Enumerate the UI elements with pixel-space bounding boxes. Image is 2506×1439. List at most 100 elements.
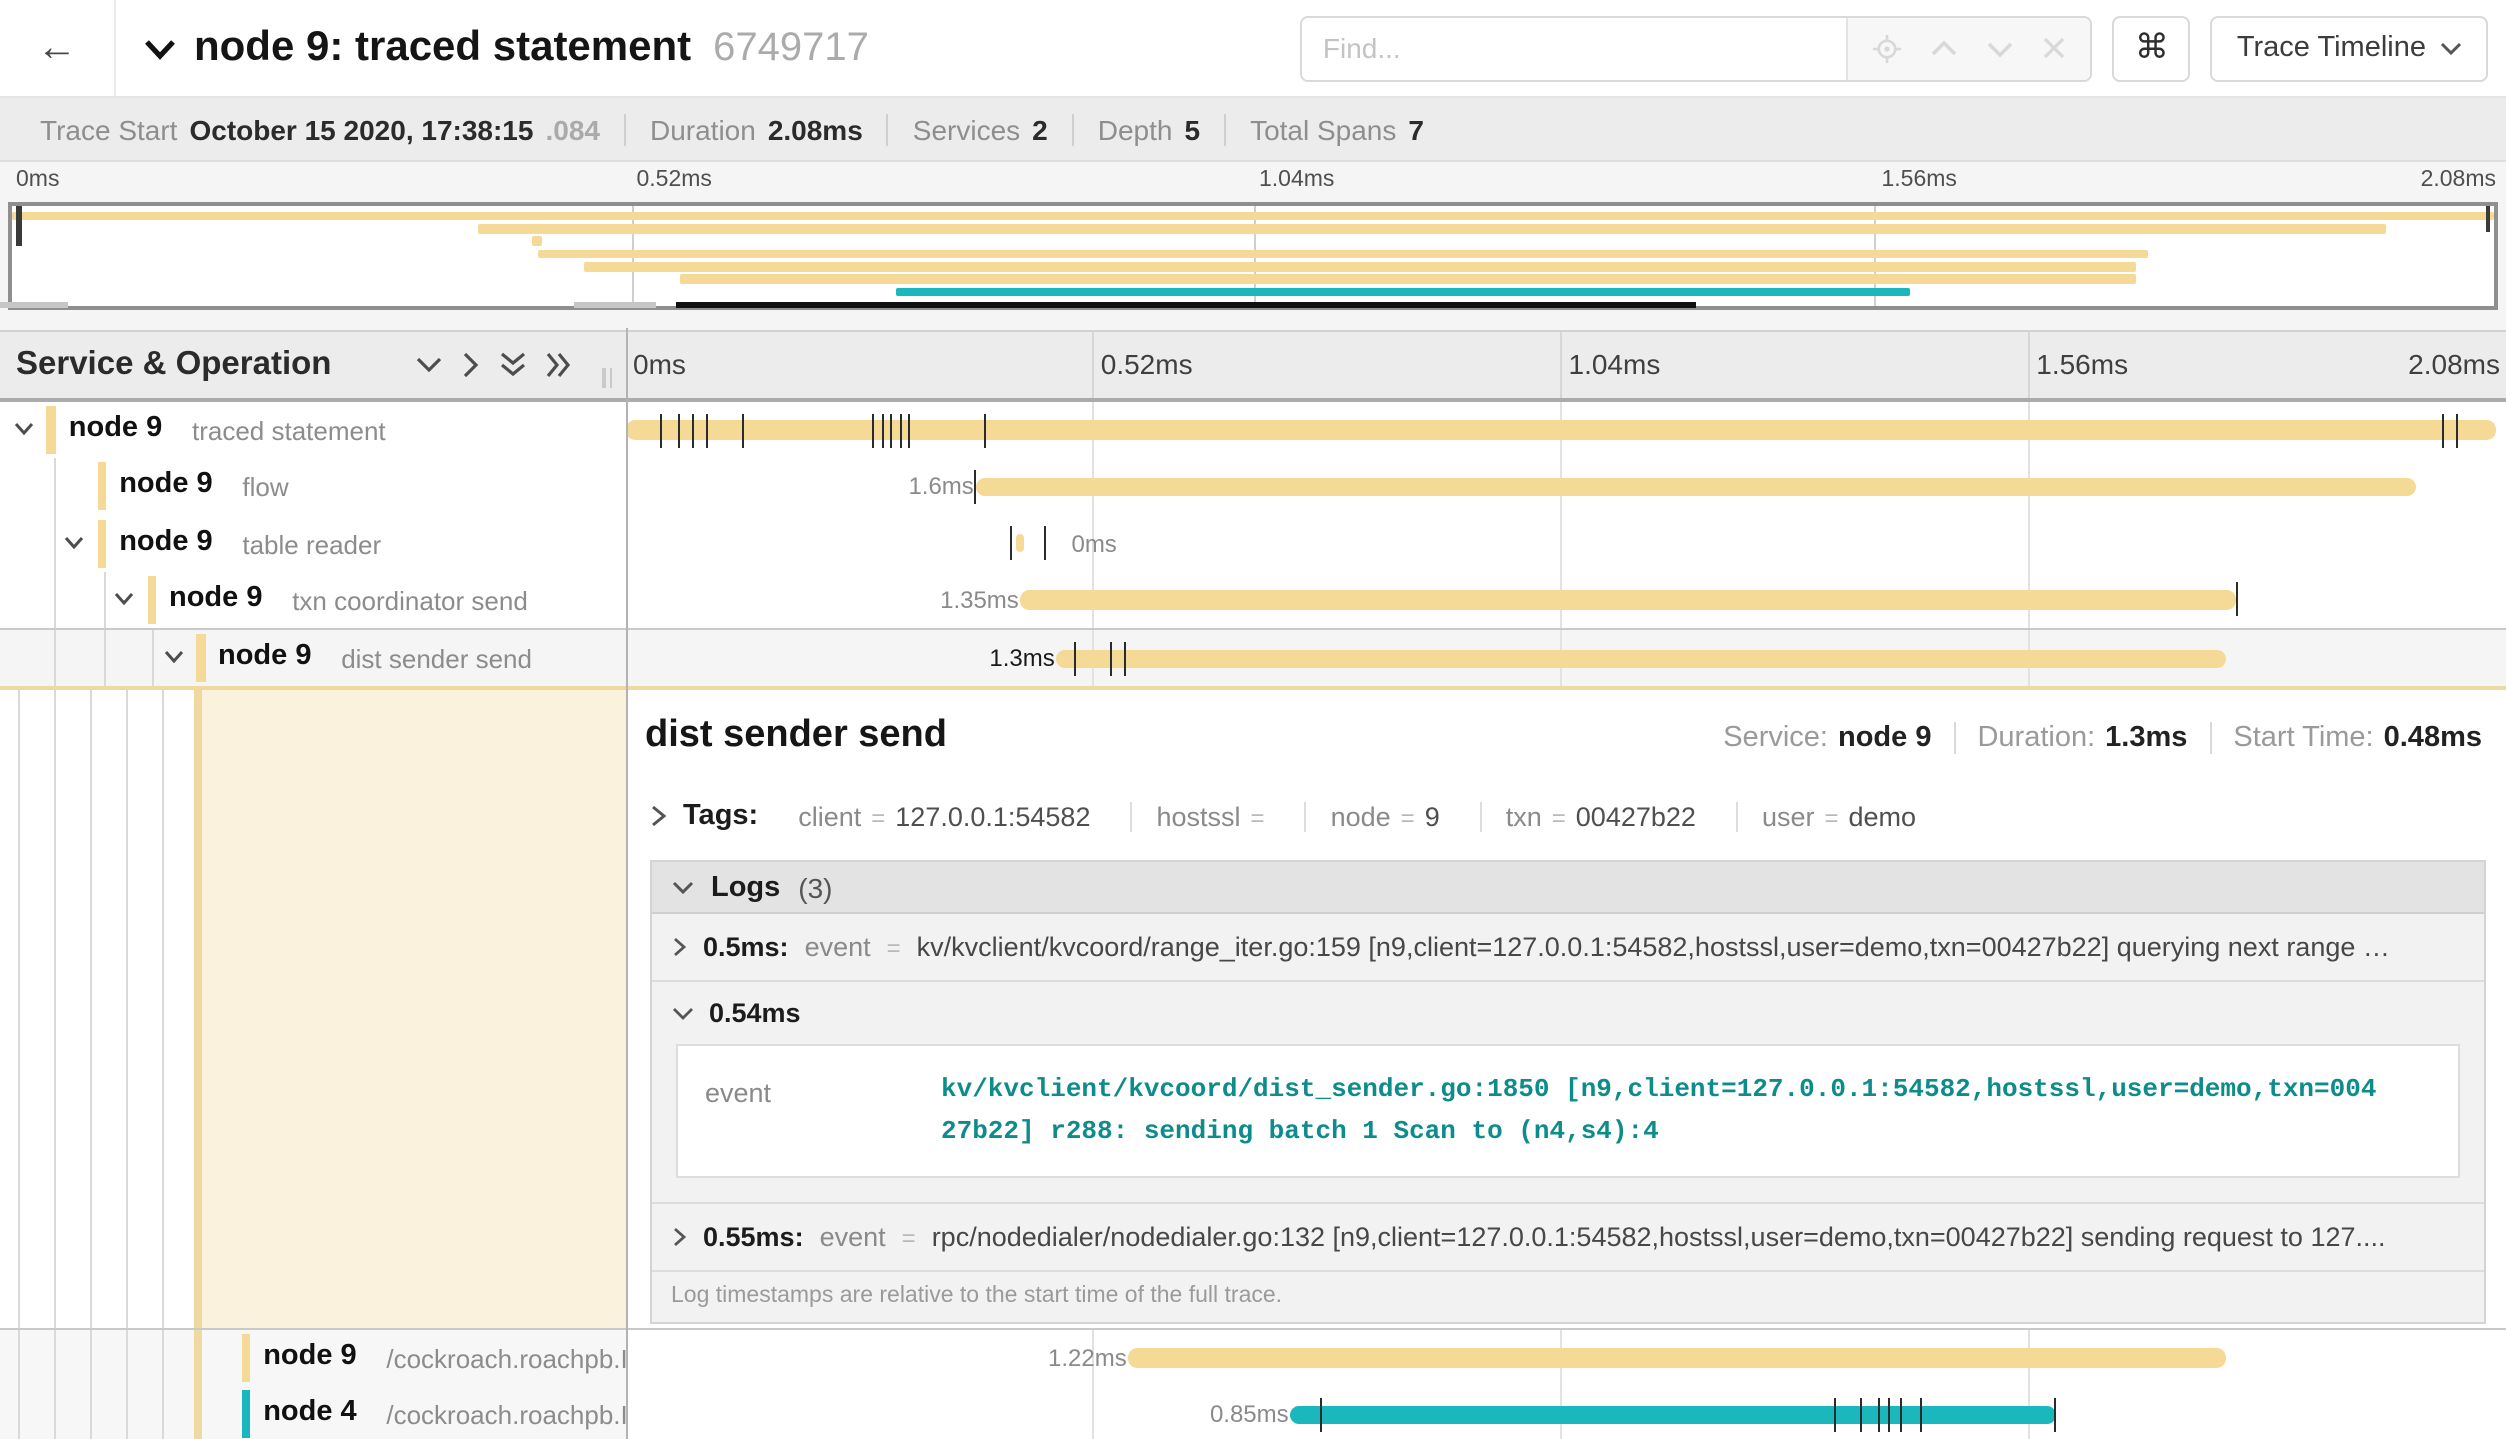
- trace-minimap: 0ms0.52ms1.04ms1.56ms2.08ms: [0, 162, 2506, 330]
- span-detail-meta: Service: node 9 Duration: 1.3ms Start Ti…: [1701, 723, 2486, 755]
- indent-guide: [54, 459, 56, 516]
- collapse-chevron-icon[interactable]: [64, 535, 84, 549]
- log-marker-tick: [742, 413, 744, 447]
- ruler-tick-label: 0.52ms: [1101, 348, 1193, 380]
- span-duration-bar[interactable]: [1057, 649, 2226, 668]
- collapse-chevron-icon[interactable]: [114, 592, 134, 606]
- span-name-cell: node 9/cockroach.roachpb.I…: [0, 1330, 625, 1387]
- log-row-1-expanded[interactable]: 0.54ms event kv/kvclient/kvcoord/dist_se…: [651, 983, 2484, 1205]
- trace-view-selector-button[interactable]: Trace Timeline: [2211, 15, 2488, 81]
- log-row-2[interactable]: 0.55ms: event = rpc/nodedialer/nodediale…: [651, 1205, 2484, 1273]
- selected-span-color-bar: [193, 691, 202, 1328]
- log-marker-tick: [899, 413, 901, 447]
- collapse-chevron-icon[interactable]: [163, 650, 183, 664]
- tag-equals: =: [1552, 804, 1566, 832]
- span-color-bar: [147, 576, 156, 624]
- minimap-span-bar: [477, 224, 2386, 234]
- back-button[interactable]: ←: [0, 0, 116, 96]
- keyboard-shortcuts-button[interactable]: ⌘: [2113, 15, 2191, 81]
- log-row-0[interactable]: 0.5ms: event = kv/kvclient/kvcoord/range…: [651, 915, 2484, 983]
- clear-search-icon[interactable]: [2043, 36, 2067, 60]
- log-field-key: event: [705, 1071, 941, 1153]
- ruler-tick-label: 1.04ms: [1569, 348, 1661, 380]
- span-row-table-reader[interactable]: node 9table reader0ms: [0, 515, 2506, 572]
- span-row--cockroach-roachpb-i-[interactable]: node 4/cockroach.roachpb.I…0.85ms: [0, 1387, 2506, 1439]
- span-row-txn-coordinator-send[interactable]: node 9txn coordinator send1.35ms: [0, 572, 2506, 629]
- summary-value-suffix: .084: [545, 113, 600, 145]
- collapse-all-double-chevron-right-icon[interactable]: [546, 352, 572, 378]
- span-duration-label: 0ms: [1071, 529, 1116, 557]
- ruler-tick-label: 0ms: [633, 348, 686, 380]
- span-row-flow[interactable]: node 9flow1.6ms: [0, 459, 2506, 516]
- minimap-drag-handle-left[interactable]: [16, 206, 21, 246]
- span-duration-bar[interactable]: [1291, 1405, 2056, 1424]
- span-duration-bar[interactable]: [1016, 534, 1023, 553]
- span-detail-block: dist sender send Service: node 9 Duratio…: [0, 691, 2506, 1330]
- span-duration-bar[interactable]: [1021, 591, 2235, 610]
- span-detail-header: dist sender send Service: node 9 Duratio…: [645, 715, 2486, 759]
- collapse-trace-chevron-icon[interactable]: [144, 37, 176, 59]
- meta-service-label: Service:: [1723, 723, 1828, 755]
- collapse-one-chevron-right-icon[interactable]: [462, 352, 480, 378]
- service-operation-header: Service & Operation: [0, 332, 625, 398]
- indent-guide: [54, 691, 56, 1328]
- log-marker-tick: [661, 413, 663, 447]
- log-timestamp: 0.54ms: [709, 999, 801, 1029]
- minimap-viewport-bar[interactable]: [675, 302, 1696, 308]
- collapse-controls: [416, 352, 572, 378]
- span-name-cell: node 9dist sender send: [0, 630, 625, 687]
- tag-key: user: [1762, 802, 1815, 832]
- collapse-chevron-icon[interactable]: [14, 422, 34, 436]
- log-equals: =: [902, 1224, 916, 1252]
- log-marker-tick: [2442, 413, 2444, 447]
- meta-service-value: node 9: [1838, 723, 1931, 755]
- minimap-canvas[interactable]: [8, 202, 2498, 310]
- gridline: [1561, 515, 1563, 572]
- next-match-chevron-down-icon[interactable]: [1987, 39, 2015, 57]
- locate-icon[interactable]: [1873, 33, 1903, 63]
- log-marker-tick: [1124, 642, 1126, 676]
- log-timestamp: 0.5ms:: [703, 933, 789, 963]
- span-duration-bar[interactable]: [976, 477, 2415, 496]
- log-field-value: kv/kvclient/kvcoord/dist_sender.go:1850 …: [941, 1071, 2385, 1153]
- log-detail-table: event kv/kvclient/kvcoord/dist_sender.go…: [675, 1045, 2460, 1179]
- span-bar-cell: 1.6ms: [625, 459, 2506, 516]
- top-actions: ⌘ Trace Timeline: [1301, 15, 2506, 81]
- service-operation-title: Service & Operation: [16, 346, 331, 384]
- expand-all-double-chevron-down-icon[interactable]: [500, 352, 526, 378]
- tag-hostssl: hostssl=: [1130, 802, 1288, 832]
- log-marker-tick: [706, 413, 708, 447]
- span-detail-title: dist sender send: [645, 715, 947, 759]
- prev-match-chevron-up-icon[interactable]: [1931, 39, 1959, 57]
- span-row-dist-sender-send[interactable]: node 9dist sender send 1.3ms: [0, 628, 2506, 691]
- ruler-gridline: [1093, 332, 1095, 398]
- name-column-divider[interactable]: [625, 328, 628, 1439]
- collapse-all-chevron-down-icon[interactable]: [416, 356, 442, 374]
- meta-start-time-label: Start Time:: [2233, 723, 2373, 755]
- span-duration-label: 1.3ms: [989, 644, 1054, 672]
- summary-item-4: Total Spans7: [1224, 113, 1448, 145]
- tags-accordion[interactable]: Tags: client=127.0.0.1:54582hostssl=node…: [645, 797, 2486, 841]
- log-value: kv/kvclient/kvcoord/range_iter.go:159 [n…: [917, 933, 2390, 963]
- indent-guide: [90, 1330, 92, 1387]
- ruler-gridline: [2028, 332, 2030, 398]
- top-bar: ← node 9: traced statement 6749717: [0, 0, 2506, 98]
- log-row-1-header[interactable]: 0.54ms: [651, 983, 2484, 1041]
- span-duration-bar[interactable]: [1129, 1349, 2226, 1368]
- tag-key: txn: [1506, 802, 1542, 832]
- span-color-bar: [241, 1391, 250, 1439]
- tag-value: 9: [1425, 802, 1440, 832]
- span-row-traced-statement[interactable]: node 9traced statement: [0, 402, 2506, 459]
- find-input[interactable]: [1303, 17, 1847, 79]
- minimap-tick-labels: 0ms0.52ms1.04ms1.56ms2.08ms: [0, 162, 2506, 200]
- span-rows-bottom: node 9/cockroach.roachpb.I…1.22msnode 4/…: [0, 1330, 2506, 1439]
- log-marker-tick: [1859, 1398, 1861, 1432]
- minimap-drag-handle-right[interactable]: [2485, 206, 2490, 232]
- span-duration-bar[interactable]: [625, 421, 2496, 440]
- log-value: rpc/nodedialer/nodedialer.go:132 [n9,cli…: [932, 1223, 2386, 1253]
- indent-guide: [90, 691, 92, 1328]
- span-row--cockroach-roachpb-i-[interactable]: node 9/cockroach.roachpb.I…1.22ms: [0, 1330, 2506, 1387]
- minimap-tick-label: 0ms: [16, 168, 59, 192]
- column-resize-grip[interactable]: [602, 368, 612, 388]
- logs-accordion-header[interactable]: Logs (3): [651, 863, 2484, 915]
